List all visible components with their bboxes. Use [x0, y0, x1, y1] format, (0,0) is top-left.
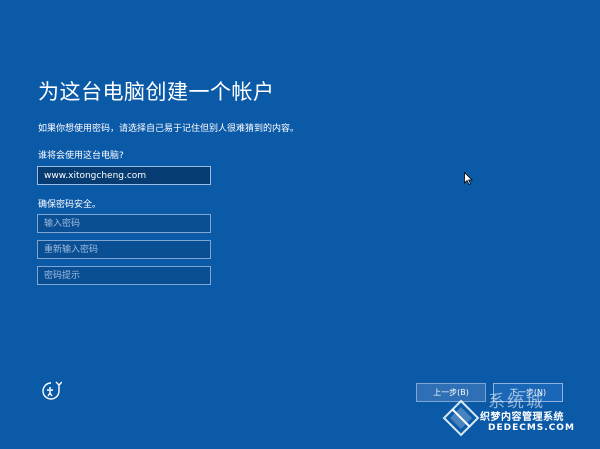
confirm-password-input[interactable]: [37, 240, 211, 259]
password-security-label: 确保密码安全。: [38, 200, 102, 210]
mouse-pointer-icon: [464, 170, 473, 186]
watermark-line1: 织梦内容管理系统: [480, 412, 564, 423]
ease-of-access-icon[interactable]: [40, 380, 63, 402]
user-question-label: 谁将会使用这台电脑?: [38, 151, 124, 161]
password-hint-input[interactable]: [37, 266, 211, 285]
password-description: 如果你想使用密码，请选择自己易于记住但别人很难猜到的内容。: [38, 124, 300, 134]
watermark-logo-icon: [442, 399, 480, 437]
watermark: 系统城 织梦内容管理系统 DEDECMS.COM: [442, 387, 600, 449]
username-input[interactable]: [37, 166, 211, 185]
watermark-line2: DEDECMS.COM: [488, 423, 575, 433]
password-input[interactable]: [37, 214, 211, 233]
page-title: 为这台电脑创建一个帐户: [38, 80, 275, 104]
